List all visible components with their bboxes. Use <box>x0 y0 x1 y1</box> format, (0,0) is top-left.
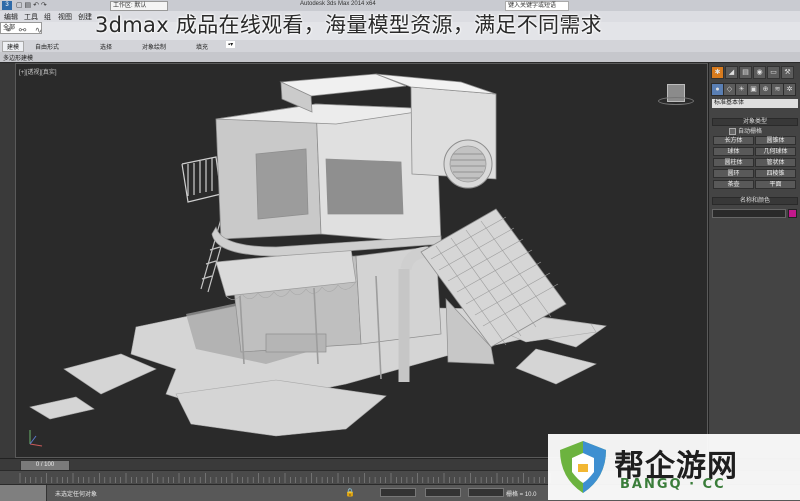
perspective-viewport[interactable]: [+][透视][真实] <box>15 63 708 458</box>
tab-populate[interactable]: 填充 <box>196 42 208 51</box>
menu-tools[interactable]: 工具 <box>24 12 38 22</box>
tab-selection[interactable]: 选择 <box>100 42 112 51</box>
status-message: 未选定任何对象 <box>55 492 98 498</box>
menu-views[interactable]: 视图 <box>58 12 72 22</box>
overlay-headline: 3dmax 成品在线观看，海量模型资源，满足不同需求 <box>95 13 602 37</box>
watermark-url: BANGQ · CC <box>620 477 726 492</box>
axis-gizmo <box>29 430 43 447</box>
object-name-field[interactable] <box>712 209 786 218</box>
teapot-button[interactable]: 茶壶 <box>713 180 754 189</box>
lock-icon[interactable]: 🔒 <box>345 488 355 497</box>
watermark-logo: 帮企游网 BANGQ · CC <box>548 434 800 500</box>
cylinder-button[interactable]: 圆柱体 <box>713 158 754 167</box>
menu-group[interactable]: 组 <box>44 12 51 22</box>
menu-create[interactable]: 创建 <box>78 12 92 22</box>
tab-modeling[interactable]: 建模 <box>2 41 25 52</box>
house-model[interactable] <box>16 64 709 459</box>
autogrid-label: 自动栅格 <box>738 129 763 135</box>
cone-button[interactable]: 圆锥体 <box>755 136 796 145</box>
systems-icon[interactable]: ✲ <box>783 83 796 96</box>
y-coordinate-field[interactable] <box>425 488 461 497</box>
plane-button[interactable]: 平面 <box>755 180 796 189</box>
link-icon[interactable]: ⚭ <box>3 25 14 36</box>
torus-button[interactable]: 圆环 <box>713 169 754 178</box>
display-tab-icon[interactable]: ▭ <box>767 66 780 79</box>
command-panel: ✱ ◢ ▤ ◉ ▭ ⚒ ● ◇ ☀ ▣ ⊕ ≋ ✲ 标准基本体 对象类型 自动栅… <box>708 63 800 458</box>
motion-tab-icon[interactable]: ◉ <box>753 66 766 79</box>
autogrid-checkbox[interactable]: 自动栅格 <box>729 126 762 135</box>
tube-button[interactable]: 管状体 <box>755 158 796 167</box>
object-type-rollout[interactable]: 对象类型 <box>712 118 798 126</box>
window-title: Autodesk 3ds Max 2014 x64 <box>300 1 376 7</box>
app-logo-icon[interactable]: 3 <box>2 1 12 10</box>
hierarchy-tab-icon[interactable]: ▤ <box>739 66 752 79</box>
tab-freeform[interactable]: 自由形式 <box>35 42 59 51</box>
quick-access-icons[interactable]: ▢ ▤ ↶ ↷ <box>16 1 47 9</box>
maxscript-listener[interactable] <box>0 485 47 501</box>
category-dropdown[interactable]: 标准基本体 <box>712 99 798 108</box>
polygon-modeling-label[interactable]: 多边形建模 <box>3 53 33 62</box>
shield-logo-icon <box>560 441 606 493</box>
sub-ribbon: 多边形建模 <box>0 52 800 62</box>
create-tab-icon[interactable]: ✱ <box>711 66 724 79</box>
z-coordinate-field[interactable] <box>468 488 504 497</box>
x-coordinate-field[interactable] <box>380 488 416 497</box>
box-button[interactable]: 长方体 <box>713 136 754 145</box>
pyramid-button[interactable]: 四棱锥 <box>755 169 796 178</box>
object-color-swatch[interactable] <box>788 209 797 218</box>
bind-spacewarp-icon[interactable]: ∿ <box>33 25 44 36</box>
menu-edit[interactable]: 编辑 <box>4 12 18 22</box>
tab-object-paint[interactable]: 对象绘制 <box>142 42 166 51</box>
sphere-button[interactable]: 球体 <box>713 147 754 156</box>
unlink-icon[interactable]: ⚯ <box>17 25 28 36</box>
ribbon-options-icon[interactable]: ▪▾ <box>226 41 236 48</box>
utilities-tab-icon[interactable]: ⚒ <box>781 66 794 79</box>
geosphere-button[interactable]: 几何球体 <box>755 147 796 156</box>
modify-tab-icon[interactable]: ◢ <box>725 66 738 79</box>
left-strip <box>0 63 16 458</box>
grid-spacing-label: 栅格 = 10.0 <box>506 492 537 498</box>
name-color-rollout[interactable]: 名称和颜色 <box>712 197 798 205</box>
